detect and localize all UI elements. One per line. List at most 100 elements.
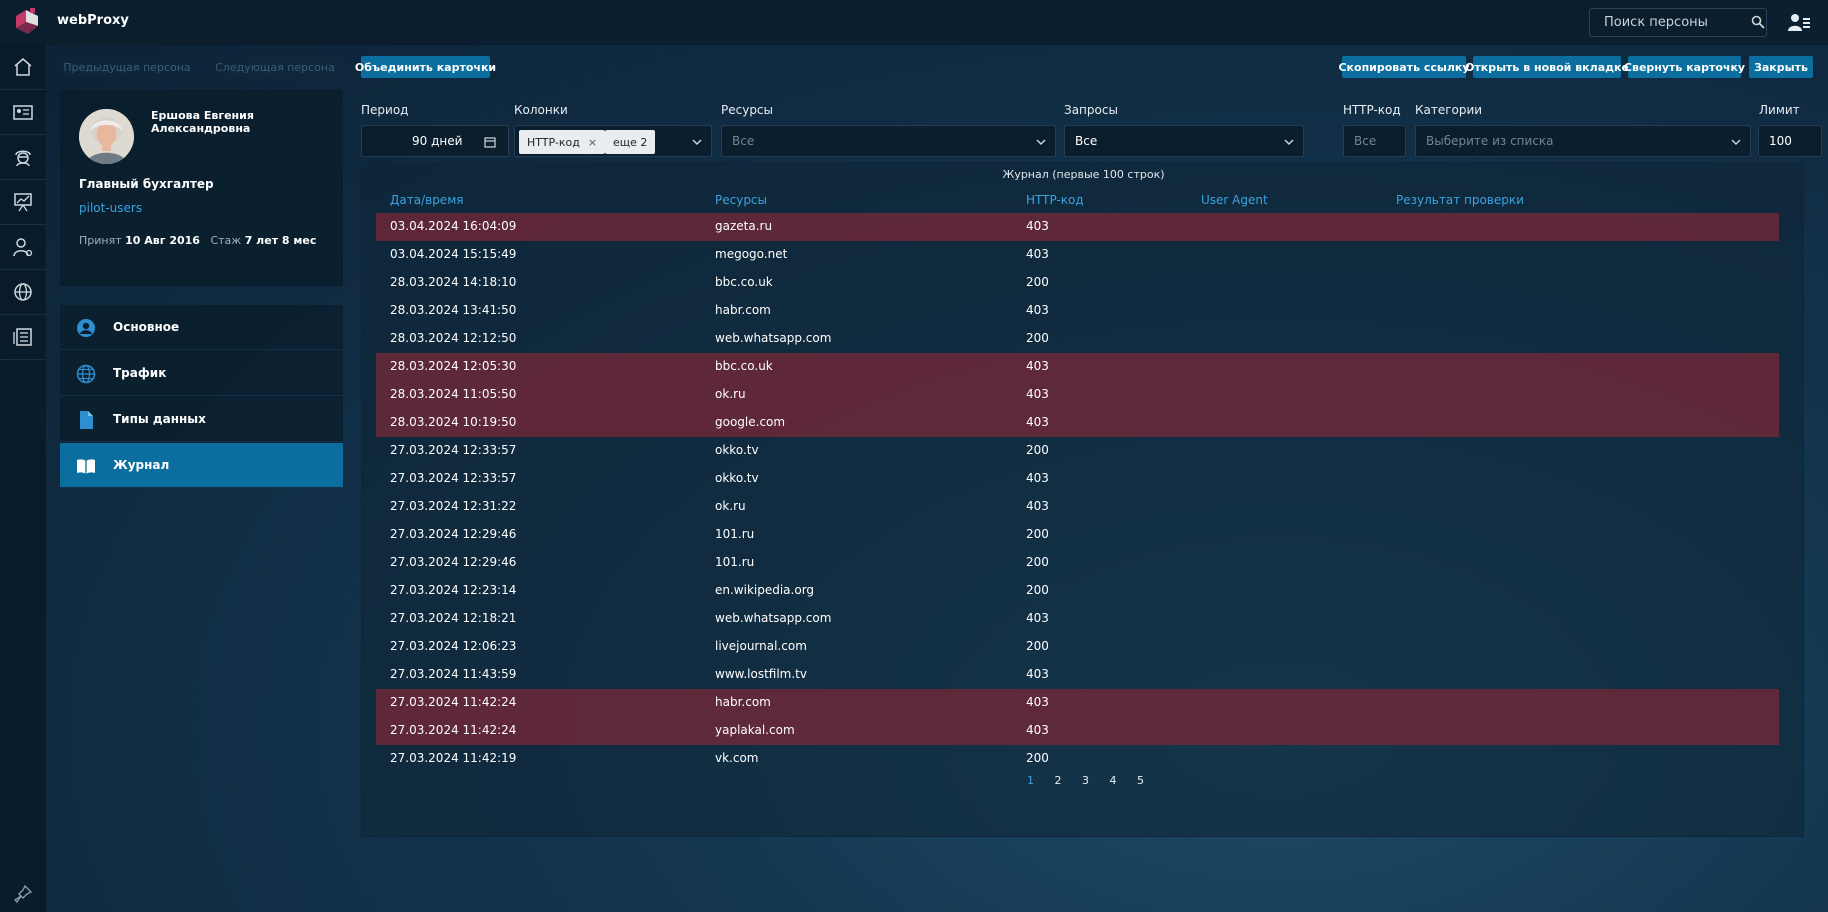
- table-row[interactable]: 27.03.2024 12:29:46 101.ru 200: [376, 521, 1779, 549]
- table-row[interactable]: 27.03.2024 12:18:21 web.whatsapp.com 403: [376, 605, 1779, 633]
- collapse-card-button[interactable]: Свернуть карточку: [1624, 56, 1745, 78]
- webproxy-logo-icon[interactable]: [12, 6, 42, 38]
- cell-resource: habr.com: [715, 695, 771, 709]
- copy-link-button[interactable]: Скопировать ссылку: [1338, 56, 1470, 78]
- rail-id-card[interactable]: [0, 90, 46, 135]
- column-header-check-result[interactable]: Результат проверки: [1396, 193, 1524, 207]
- table-row[interactable]: 28.03.2024 14:18:10 bbc.co.uk 200: [376, 269, 1779, 297]
- avatar: [79, 109, 134, 164]
- rail-agent[interactable]: [0, 135, 46, 180]
- table-row[interactable]: 03.04.2024 16:04:09 gazeta.ru 403: [376, 213, 1779, 241]
- search-icon[interactable]: [1751, 15, 1765, 29]
- cell-resource: vk.com: [715, 751, 759, 765]
- column-header-resources[interactable]: Ресурсы: [715, 193, 767, 207]
- cell-datetime: 27.03.2024 11:43:59: [390, 667, 517, 681]
- next-person-button[interactable]: Следующая персона: [210, 57, 340, 77]
- person-group-link[interactable]: pilot-users: [79, 201, 142, 215]
- person-search-input[interactable]: Поиск персоны: [1589, 8, 1767, 37]
- cell-http-code: 200: [1026, 275, 1049, 289]
- cell-datetime: 28.03.2024 12:05:30: [390, 359, 517, 373]
- cell-resource: yaplakal.com: [715, 723, 795, 737]
- cell-datetime: 28.03.2024 10:19:50: [390, 415, 517, 429]
- column-header-http-code[interactable]: HTTP-код: [1026, 193, 1084, 207]
- http-code-input[interactable]: Все: [1343, 125, 1406, 157]
- merge-cards-button[interactable]: Объединить карточки: [355, 56, 496, 78]
- cell-datetime: 27.03.2024 12:29:46: [390, 527, 517, 541]
- nav-item-label: Трафик: [113, 366, 167, 380]
- table-row[interactable]: 27.03.2024 12:33:57 okko.tv 200: [376, 437, 1779, 465]
- column-chip[interactable]: HTTP-код ×: [519, 130, 606, 154]
- table-row[interactable]: 27.03.2024 12:31:22 ok.ru 403: [376, 493, 1779, 521]
- resources-select[interactable]: Все: [721, 125, 1056, 157]
- pin-icon[interactable]: [13, 884, 33, 904]
- user-menu-icon[interactable]: [1788, 12, 1810, 32]
- cell-http-code: 403: [1026, 471, 1049, 485]
- cell-datetime: 27.03.2024 11:42:19: [390, 751, 517, 765]
- period-picker[interactable]: 90 дней: [361, 125, 509, 157]
- page-5-link[interactable]: 5: [1137, 774, 1144, 787]
- cell-datetime: 27.03.2024 12:06:23: [390, 639, 517, 653]
- requests-select[interactable]: Все: [1064, 125, 1304, 157]
- chevron-down-icon[interactable]: [1035, 136, 1047, 148]
- table-row[interactable]: 27.03.2024 12:29:46 101.ru 200: [376, 549, 1779, 577]
- nav-item-data-types[interactable]: Типы данных: [60, 397, 343, 442]
- table-row[interactable]: 28.03.2024 12:05:30 bbc.co.uk 403: [376, 353, 1779, 381]
- columns-select[interactable]: HTTP-код × еще 2: [514, 125, 712, 157]
- chevron-down-icon[interactable]: [691, 136, 703, 148]
- prev-person-button[interactable]: Предыдущая персона: [62, 57, 192, 77]
- chevron-down-icon[interactable]: [1283, 136, 1295, 148]
- cell-resource: megogo.net: [715, 247, 788, 261]
- cell-http-code: 403: [1026, 723, 1049, 737]
- close-button[interactable]: Закрыть: [1749, 56, 1813, 78]
- rail-analytics[interactable]: [0, 180, 46, 225]
- categories-select[interactable]: Выберите из списка: [1415, 125, 1751, 157]
- page-4-link[interactable]: 4: [1110, 774, 1117, 787]
- nav-item-main[interactable]: Основное: [60, 305, 343, 350]
- cell-resource: 101.ru: [715, 555, 755, 569]
- hired-date: 10 Авг 2016: [125, 234, 200, 247]
- rail-reports[interactable]: [0, 315, 46, 360]
- globe-icon: [14, 283, 32, 301]
- cell-http-code: 200: [1026, 331, 1049, 345]
- page-1-link[interactable]: 1: [1027, 774, 1034, 787]
- cell-datetime: 28.03.2024 13:41:50: [390, 303, 517, 317]
- cell-resource: ok.ru: [715, 387, 746, 401]
- table-row[interactable]: 27.03.2024 12:06:23 livejournal.com 200: [376, 633, 1779, 661]
- cell-http-code: 403: [1026, 303, 1049, 317]
- table-row[interactable]: 28.03.2024 13:41:50 habr.com 403: [376, 297, 1779, 325]
- profile-card: Ершова Евгения Александровна Главный бух…: [60, 90, 343, 286]
- chevron-down-icon[interactable]: [1730, 136, 1742, 148]
- cell-http-code: 200: [1026, 583, 1049, 597]
- table-row[interactable]: 27.03.2024 11:42:24 yaplakal.com 403: [376, 717, 1779, 745]
- column-header-user-agent[interactable]: User Agent: [1201, 193, 1268, 207]
- table-row[interactable]: 28.03.2024 11:05:50 ok.ru 403: [376, 381, 1779, 409]
- table-row[interactable]: 03.04.2024 15:15:49 megogo.net 403: [376, 241, 1779, 269]
- document-icon: [80, 411, 93, 429]
- rail-home[interactable]: [0, 45, 46, 90]
- more-columns-chip[interactable]: еще 2: [605, 130, 656, 154]
- column-header-datetime[interactable]: Дата/время: [390, 193, 463, 207]
- person-photo-icon: [79, 109, 134, 164]
- rail-users[interactable]: [0, 225, 46, 270]
- table-row[interactable]: 27.03.2024 11:42:19 vk.com 200: [376, 745, 1779, 773]
- limit-input[interactable]: 100: [1758, 125, 1822, 157]
- period-label: Период: [361, 103, 409, 117]
- page-2-link[interactable]: 2: [1055, 774, 1062, 787]
- table-row[interactable]: 27.03.2024 11:43:59 www.lostfilm.tv 403: [376, 661, 1779, 689]
- categories-label: Категории: [1415, 103, 1483, 117]
- cell-datetime: 27.03.2024 12:18:21: [390, 611, 517, 625]
- open-new-tab-button[interactable]: Открыть в новой вкладке: [1465, 56, 1629, 78]
- remove-chip-icon[interactable]: ×: [588, 136, 597, 149]
- table-row[interactable]: 27.03.2024 12:33:57 okko.tv 403: [376, 465, 1779, 493]
- nav-item-traffic[interactable]: Трафик: [60, 351, 343, 396]
- table-row[interactable]: 27.03.2024 11:42:24 habr.com 403: [376, 689, 1779, 717]
- table-row[interactable]: 28.03.2024 10:19:50 google.com 403: [376, 409, 1779, 437]
- table-row[interactable]: 27.03.2024 12:23:14 en.wikipedia.org 200: [376, 577, 1779, 605]
- table-row[interactable]: 28.03.2024 12:12:50 web.whatsapp.com 200: [376, 325, 1779, 353]
- nav-item-journal[interactable]: Журнал: [60, 443, 343, 488]
- rail-web[interactable]: [0, 270, 46, 315]
- cell-resource: web.whatsapp.com: [715, 331, 832, 345]
- cell-http-code: 403: [1026, 387, 1049, 401]
- page-3-link[interactable]: 3: [1082, 774, 1089, 787]
- person-hire-info: Принят 10 Авг 2016 Стаж 7 лет 8 мес: [79, 234, 316, 247]
